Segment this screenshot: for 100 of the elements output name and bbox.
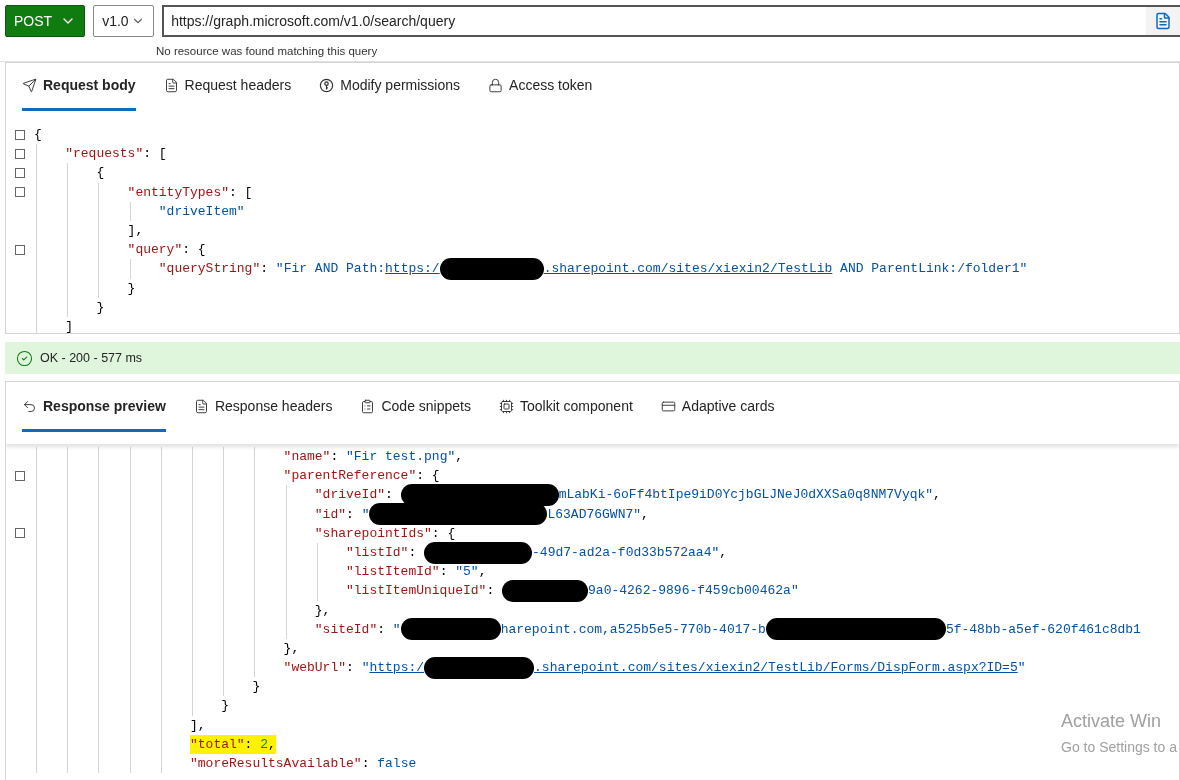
code-token: "siteId" [314, 620, 378, 639]
code-token: { [34, 126, 42, 144]
code-token: "5" [455, 563, 479, 582]
code-token: , [268, 735, 276, 754]
code-token: " [361, 505, 370, 524]
code-token: "id" [314, 505, 346, 524]
code-token: : { [182, 241, 206, 260]
code-token: } [252, 678, 261, 697]
code-token: "listId" [346, 543, 409, 562]
activation-title: Activate Win [1061, 710, 1163, 733]
fold-toggle[interactable] [15, 187, 25, 198]
code-token: , [933, 486, 941, 505]
keyhole-icon [319, 78, 335, 93]
fold-toggle[interactable] [15, 148, 25, 159]
code-token: : [486, 582, 496, 601]
code-token: ], [190, 716, 206, 735]
code-token: : [330, 448, 340, 466]
code-token: "driveId" [314, 486, 385, 505]
url-field[interactable]: https://graph.microsoft.com/v1.0/search/query [162, 5, 1146, 37]
code-token: ] [65, 317, 73, 333]
code-token: : [439, 563, 449, 582]
status-text: OK - 200 - 577 ms [40, 349, 143, 367]
card-icon [660, 399, 676, 414]
code-token: }, [283, 639, 300, 658]
send-icon [22, 78, 37, 93]
code-token: ], [127, 221, 144, 240]
code-token: -49d7-ad2a-f0d33b572aa4" [532, 543, 720, 562]
version-dropdown[interactable]: v1.0 [93, 5, 155, 37]
code-token: : { [431, 524, 456, 543]
panel-tab[interactable]: Access token [488, 63, 593, 111]
code-token: : [346, 505, 355, 524]
activation-subtitle: Go to Settings to a [1061, 738, 1177, 757]
code-token: " [1017, 659, 1026, 678]
code-token: { [96, 164, 105, 183]
clipboard-icon [360, 399, 376, 414]
panel-tab[interactable]: Response headers [193, 384, 333, 432]
code-token: mLabKi-6oFf4btIpe9iD0YcjbGLJNeJ0dXXSa0q8NM7Vyqk" [558, 486, 934, 505]
document-icon [163, 78, 179, 93]
code-token: : [377, 620, 387, 639]
code-link[interactable]: .sharepoint.com/sites/xiexin2/TestLib [543, 259, 833, 279]
code-token: "Fir AND Path: [275, 260, 386, 279]
code-token: : { [416, 467, 440, 486]
panel-tab[interactable]: Modify permissions [319, 63, 461, 111]
code-token: "name" [283, 448, 331, 466]
code-token: "query" [127, 241, 183, 260]
method-dropdown[interactable]: POST [5, 5, 86, 37]
panel-tab[interactable]: Toolkit component [499, 384, 633, 432]
code-link[interactable]: https:/ [385, 259, 440, 279]
code-token: "total" [190, 735, 245, 754]
code-token: "queryString" [158, 260, 261, 279]
code-link[interactable]: https:/ [369, 658, 425, 678]
code-token: } [96, 298, 105, 317]
code-link[interactable]: .sharepoint.com/sites/xiexin2/TestLib/Forms/DispForm.aspx?ID=5 [534, 658, 1018, 678]
document-icon [193, 399, 209, 414]
code-token: "webUrl" [283, 659, 346, 678]
code-token: } [127, 279, 136, 298]
panel-tab[interactable]: Adaptive cards [660, 384, 775, 432]
code-token: "driveItem" [158, 202, 245, 221]
code-token: 2 [260, 735, 269, 754]
document-icon [1154, 11, 1172, 31]
code-token: : [385, 486, 394, 505]
panel-tab[interactable]: Response preview [22, 384, 166, 432]
code-token: : [244, 735, 254, 754]
fold-toggle[interactable] [15, 244, 25, 255]
code-token: "Fir test.png" [346, 448, 456, 466]
fold-toggle[interactable] [15, 167, 25, 178]
panel-tab[interactable]: Code snippets [360, 384, 471, 432]
code-token: : [260, 260, 270, 279]
undo-arrow-icon [22, 399, 37, 414]
code-token: false [377, 755, 417, 773]
panel-tab[interactable]: Request headers [163, 63, 292, 111]
code-token: 5f-48bb-a5ef-620f461c8db1 [945, 620, 1141, 639]
url-hint: No resource was found matching this query [156, 45, 378, 57]
code-token: }, [314, 601, 331, 620]
code-token: : [ [143, 145, 167, 164]
code-token: "entityTypes" [127, 183, 229, 202]
code-token: "listItemUniqueId" [346, 582, 487, 601]
code-token: "sharepointIds" [314, 524, 432, 543]
lock-icon [488, 78, 504, 93]
fold-toggle[interactable] [15, 129, 25, 140]
panel-tab[interactable]: Request body [22, 63, 136, 111]
code-token: , [641, 505, 649, 524]
code-token: : [ [229, 183, 253, 202]
code-token: "moreResultsAvailable" [190, 755, 362, 773]
code-token: " [392, 620, 401, 639]
fold-toggle[interactable] [15, 470, 25, 481]
code-token: : [408, 543, 418, 562]
code-token: 9a0-4262-9896-f459cb00462a" [588, 582, 799, 601]
fold-toggle[interactable] [15, 528, 25, 539]
component-icon [499, 399, 514, 414]
code-token: : [346, 659, 355, 678]
code-token: "listItemId" [346, 563, 440, 582]
code-token: "parentReference" [283, 467, 417, 486]
code-token: } [221, 697, 229, 716]
code-token: : [361, 755, 371, 773]
code-token: harepoint.com,a525b5e5-770b-4017-b [500, 620, 766, 639]
document-button[interactable] [1146, 5, 1180, 37]
code-token: , [478, 563, 487, 582]
code-token: " [361, 659, 370, 678]
code-token: "requests" [65, 145, 144, 164]
